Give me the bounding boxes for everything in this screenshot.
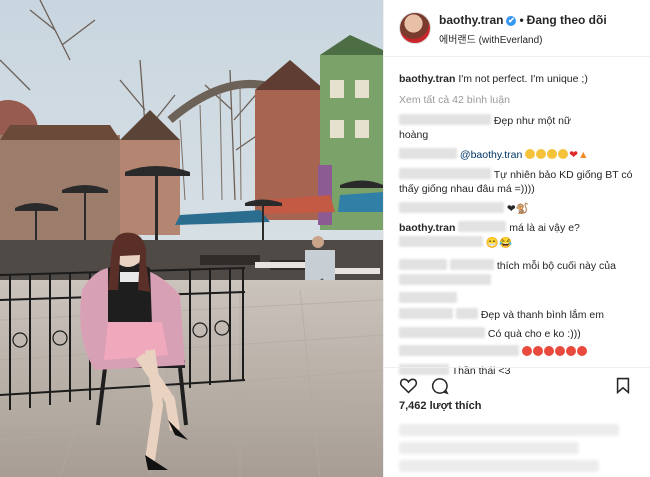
post-header: baothy.tran ✔ • Đang theo dõi 에버랜드 (withEve… [384,0,650,57]
blurred-text [449,259,494,270]
bookmark-icon[interactable] [616,377,630,397]
blurred-username [399,327,485,338]
comment-item: Có quà cho e ko :))) [399,327,644,341]
header-username-row: baothy.tran ✔ • Đang theo dõi [439,13,607,27]
caption-username[interactable]: baothy.tran [399,73,455,85]
caption: baothy.tran I'm not perfect. I'm unique … [399,72,644,86]
blurred-username [399,202,504,213]
comment-text: Đẹp và thanh bình lắm em [480,309,604,321]
heart-outline-icon[interactable] [399,377,418,397]
comment-text: thấy giống nhau đâu má =)))) [399,183,535,195]
fire-emoji-icon: ▲ [578,149,589,161]
heart-eyes-emoji-icon [565,346,576,356]
follow-status-button[interactable]: Đang theo dõi [527,13,607,27]
blurred-text [455,308,478,319]
comment-item: baothy.tran má là ai vậy e? [399,221,644,235]
comment-text: ❤🐒 [506,203,529,215]
blurred-footer-line [399,442,579,454]
comment-item: @baothy.tran ❤▲ [399,148,644,162]
post-photo-illustration [0,0,383,477]
location-link[interactable]: 에버랜드 (withEverland) [439,31,543,46]
blurred-username [399,148,457,159]
avatar[interactable] [399,12,431,44]
blurred-username [399,345,519,356]
blurred-text [399,274,491,285]
separator-dot: • [519,13,524,27]
blurred-username [399,292,457,303]
comment-item-continued: 😁😂 [399,236,644,250]
grin-emoji-icon [525,149,536,159]
comment-text: má là ai vậy e? [509,222,580,234]
comment-item-continued [399,274,644,288]
grin-emoji-icon [558,149,569,159]
comment-item-continued: hoàng [399,128,644,142]
likes-count[interactable]: 7,462 lượt thích [399,400,481,412]
heart-emoji-icon: ❤ [569,149,579,161]
comment-item: thích mỗi bộ cuối này của [399,259,644,273]
heart-eyes-emoji-icon [576,346,587,356]
grin-emoji-icon [547,149,558,159]
blurred-mention [458,221,507,232]
mention-link[interactable]: @baothy.tran [460,149,522,161]
blurred-username [399,259,447,270]
comment-bubble-icon[interactable] [431,377,449,398]
instagram-post: baothy.tran ✔ • Đang theo dõi 에버랜드 (withEve… [0,0,650,477]
comment-item: Tự nhiên bảo KD giống BT có [399,168,644,182]
heart-eyes-emoji-icon [543,346,554,356]
post-side-panel: baothy.tran ✔ • Đang theo dõi 에버랜드 (withEve… [383,0,650,477]
blurred-text [399,236,483,247]
heart-eyes-emoji-icon [521,346,532,356]
comment-item: Đẹp và thanh bình lắm em [399,308,644,322]
caption-text: I'm not perfect. I'm unique ;) [458,73,588,85]
comment-text: Có quà cho e ko :))) [487,328,581,340]
grin-emoji-icon [536,149,547,159]
header-username[interactable]: baothy.tran [439,13,503,27]
comment-text: Tự nhiên bảo KD giống BT có [493,169,633,181]
verified-badge-icon: ✔ [506,16,517,26]
view-all-comments-link[interactable]: Xem tất cả 42 bình luận [399,93,644,107]
action-bar [384,367,650,402]
comment-item: Đẹp như một nữ [399,114,644,128]
post-photo[interactable] [0,0,383,477]
comment-item [399,292,644,306]
blurred-username [399,308,453,319]
heart-eyes-emoji-icon [532,346,543,356]
comment-text: 😁😂 [485,237,513,249]
comment-text: Đẹp như một nữ [493,115,572,127]
comment-text: hoàng [399,129,429,141]
comment-text: thích mỗi bộ cuối này của [496,260,616,272]
comment-item-continued: thấy giống nhau đâu má =)))) [399,182,644,196]
blurred-footer-line [399,460,599,472]
heart-eyes-emoji-icon [554,346,565,356]
comment-username[interactable]: baothy.tran [399,222,455,234]
blurred-username [399,168,491,179]
comment-item: ❤🐒 [399,202,644,216]
comment-item [399,345,644,359]
blurred-username [399,114,491,125]
blurred-footer-line [399,424,619,436]
